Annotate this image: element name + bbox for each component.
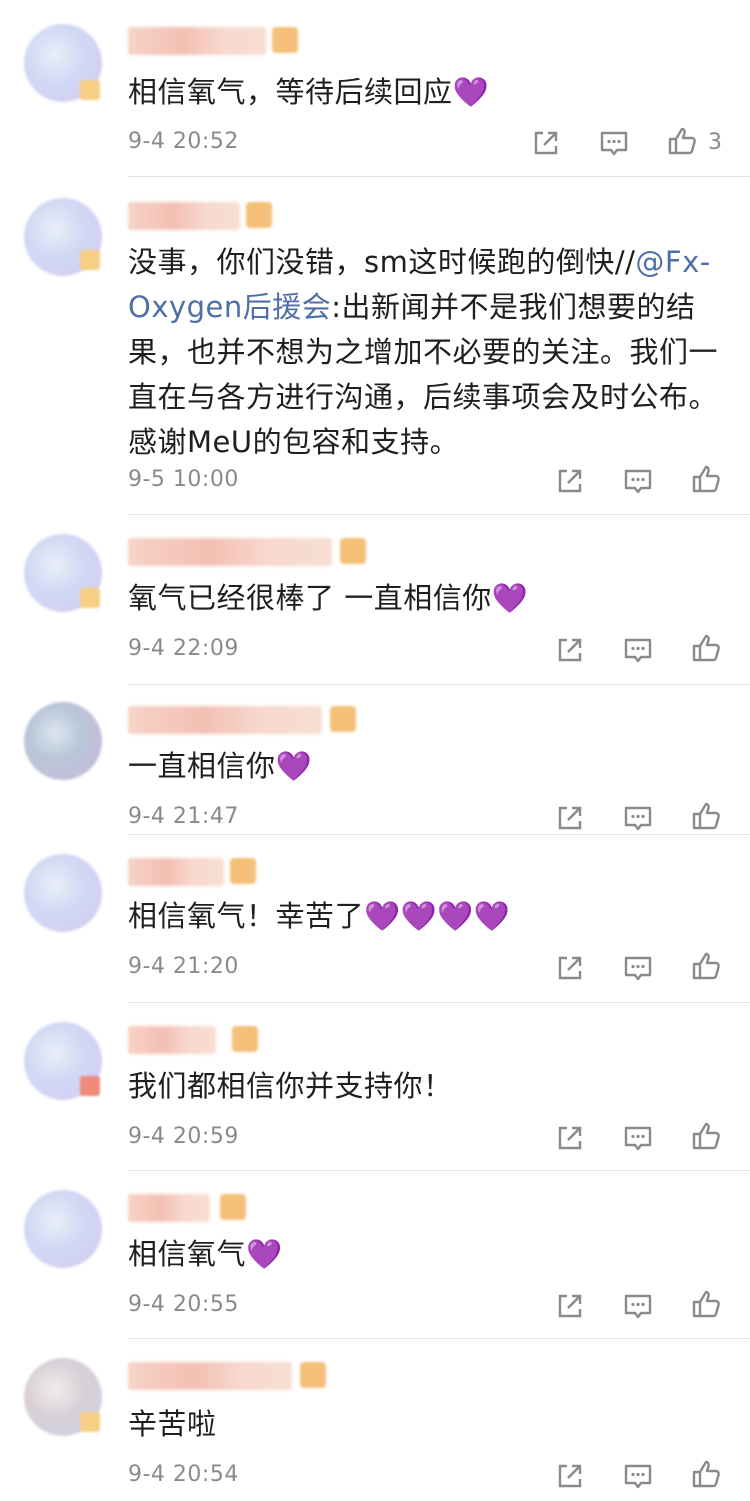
divider <box>128 834 750 835</box>
verified-badge <box>80 1412 100 1432</box>
comment-item: 氧气已经很棒了 一直相信你💜 9-4 22:09 <box>0 516 750 686</box>
thumbs-up-icon[interactable] <box>690 1120 722 1152</box>
username-blurred[interactable] <box>128 1026 216 1054</box>
share-icon[interactable] <box>554 1460 586 1492</box>
comment-item: 一直相信你💜 9-4 21:47 <box>0 686 750 836</box>
comment-text: 相信氧气！幸苦了💜💜💜💜 <box>128 899 511 933</box>
comment-icon[interactable] <box>622 465 654 497</box>
divider <box>128 1338 750 1339</box>
username-blurred[interactable] <box>128 706 322 734</box>
username-blurred[interactable] <box>128 538 332 566</box>
thumbs-up-icon[interactable] <box>690 950 722 982</box>
verified-badge <box>80 588 100 608</box>
comment-time: 9-5 10:00 <box>128 467 239 492</box>
share-icon[interactable] <box>554 465 586 497</box>
verified-badge <box>80 1076 100 1096</box>
comment-text: 我们都相信你并支持你！ <box>128 1069 453 1103</box>
avatar[interactable] <box>24 854 102 932</box>
comment-icon[interactable] <box>622 1460 654 1492</box>
comment-item: 相信氧气，等待后续回应💜 9-4 20:52 3 <box>0 0 750 178</box>
comment-icon[interactable] <box>622 1122 654 1154</box>
user-level-badge <box>330 706 356 732</box>
verified-badge <box>80 250 100 270</box>
user-level-badge <box>340 538 366 564</box>
share-icon[interactable] <box>554 1122 586 1154</box>
divider <box>128 1002 750 1003</box>
divider <box>128 514 750 515</box>
user-level-badge <box>246 202 272 228</box>
comment-icon[interactable] <box>598 127 630 159</box>
share-icon[interactable] <box>554 1290 586 1322</box>
comment-item: 相信氧气！幸苦了💜💜💜💜 9-4 21:20 <box>0 836 750 1004</box>
username-blurred[interactable] <box>128 1194 210 1222</box>
user-level-badge <box>232 1026 258 1052</box>
thumbs-up-icon[interactable] <box>690 463 722 495</box>
user-level-badge <box>272 27 298 53</box>
comment-text: 氧气已经很棒了 一直相信你💜 <box>128 581 529 615</box>
comment-time: 9-4 21:47 <box>128 804 239 829</box>
share-icon[interactable] <box>530 127 562 159</box>
verified-badge <box>80 80 100 100</box>
comment-item: 相信氧气💜 9-4 20:55 <box>0 1172 750 1340</box>
share-icon[interactable] <box>554 802 586 834</box>
username-blurred[interactable] <box>128 858 224 886</box>
user-level-badge <box>300 1362 326 1388</box>
comment-text: 一直相信你💜 <box>128 749 313 783</box>
comment-list: 相信氧气，等待后续回应💜 9-4 20:52 3 没事，你们没错，sm这时候跑的… <box>0 0 750 1501</box>
comment-time: 9-4 21:20 <box>128 954 239 979</box>
comment-time: 9-4 20:52 <box>128 129 239 154</box>
user-level-badge <box>230 858 256 884</box>
comment-item: 没事，你们没错，sm这时候跑的倒快//@Fx-Oxygen后援会:出新闻并不是我… <box>0 178 750 516</box>
comment-text: 辛苦啦 <box>128 1407 217 1441</box>
comment-icon[interactable] <box>622 634 654 666</box>
comment-text: 相信氧气💜 <box>128 1237 283 1271</box>
divider <box>128 1170 750 1171</box>
thumbs-up-icon[interactable] <box>666 125 698 157</box>
divider <box>128 176 750 177</box>
comment-time: 9-4 20:59 <box>128 1124 239 1149</box>
divider <box>128 684 750 685</box>
comment-time: 9-4 20:54 <box>128 1462 239 1487</box>
comment-icon[interactable] <box>622 802 654 834</box>
comment-time: 9-4 22:09 <box>128 636 239 661</box>
comment-icon[interactable] <box>622 952 654 984</box>
comment-icon[interactable] <box>622 1290 654 1322</box>
thumbs-up-icon[interactable] <box>690 1458 722 1490</box>
user-level-badge <box>220 1194 246 1220</box>
share-icon[interactable] <box>554 952 586 984</box>
comment-time: 9-4 20:55 <box>128 1292 239 1317</box>
comment-item: 我们都相信你并支持你！ 9-4 20:59 <box>0 1004 750 1172</box>
share-icon[interactable] <box>554 634 586 666</box>
thumbs-up-icon[interactable] <box>690 800 722 832</box>
avatar[interactable] <box>24 702 102 780</box>
like-count: 3 <box>708 130 722 155</box>
username-blurred[interactable] <box>128 202 240 230</box>
comment-text: 相信氧气，等待后续回应💜 <box>128 75 490 109</box>
username-blurred[interactable] <box>128 27 266 55</box>
comment-text: 没事，你们没错，sm这时候跑的倒快//@Fx-Oxygen后援会:出新闻并不是我… <box>128 245 719 459</box>
thumbs-up-icon[interactable] <box>690 1288 722 1320</box>
avatar[interactable] <box>24 1190 102 1268</box>
username-blurred[interactable] <box>128 1362 292 1390</box>
comment-item: 辛苦啦 9-4 20:54 <box>0 1340 750 1501</box>
thumbs-up-icon[interactable] <box>690 632 722 664</box>
